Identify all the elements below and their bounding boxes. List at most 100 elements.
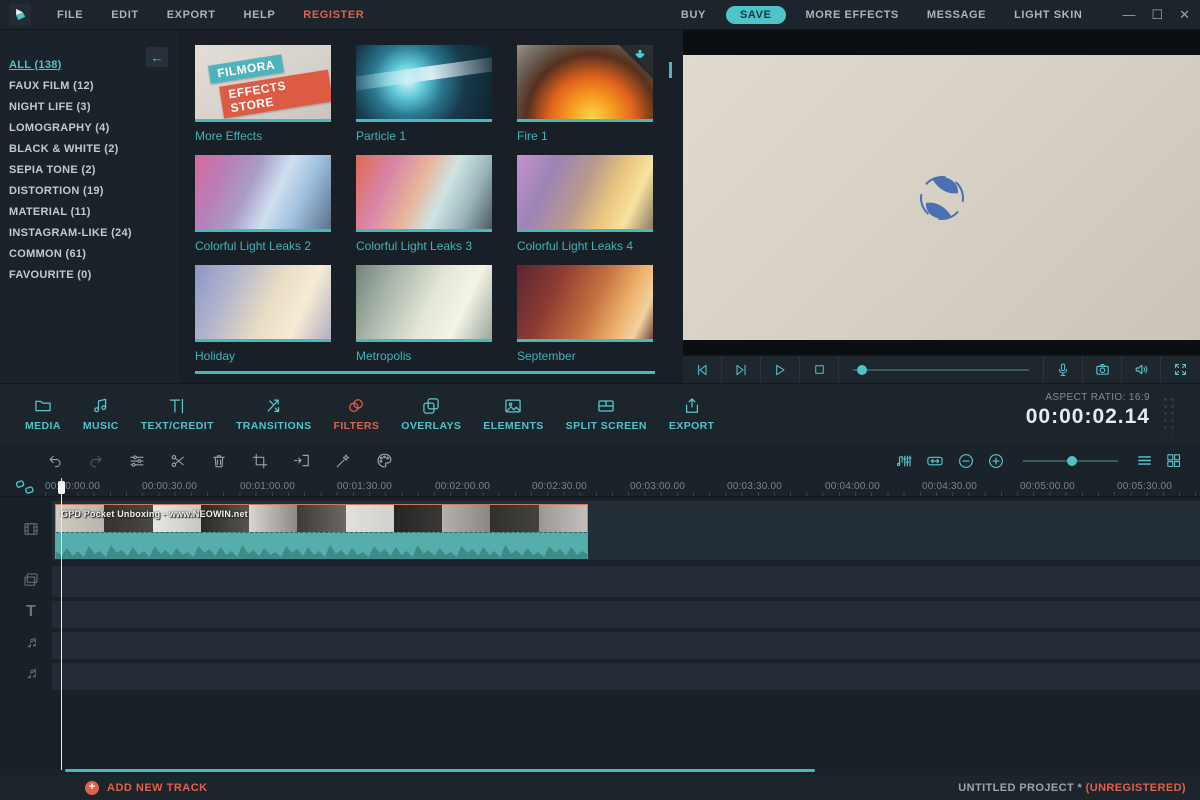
menu-edit[interactable]: EDIT: [97, 9, 152, 21]
timeline-ruler[interactable]: 00:00:00.00 00:00:30.00 00:01:00.00 00:0…: [0, 478, 1200, 497]
seek-slider[interactable]: [839, 356, 1044, 383]
record-voiceover-button[interactable]: [1044, 356, 1083, 383]
effect-thumbnail[interactable]: [356, 155, 492, 232]
close-button[interactable]: ✕: [1179, 8, 1190, 21]
sidebar-item-distortion[interactable]: DISTORTION (19): [9, 180, 178, 201]
volume-button[interactable]: [1122, 356, 1161, 383]
fit-timeline-icon[interactable]: [925, 452, 945, 470]
effect-card-particle-1[interactable]: Particle 1: [356, 45, 492, 155]
download-icon[interactable]: [632, 48, 648, 64]
color-palette-icon[interactable]: [375, 451, 394, 470]
magic-wand-icon[interactable]: [334, 452, 352, 470]
ruler-tick: 00:02:30.00: [532, 481, 587, 492]
effects-vertical-scrollbar[interactable]: [669, 62, 672, 78]
more-effects-button[interactable]: MORE EFFECTS: [792, 9, 913, 21]
stop-button[interactable]: [800, 356, 839, 383]
grid-view-icon[interactable]: [1165, 452, 1182, 469]
effects-horizontal-scrollbar[interactable]: [195, 371, 655, 374]
pip-track[interactable]: [52, 566, 1200, 597]
buy-button[interactable]: BUY: [667, 9, 720, 21]
effect-card-colorful-light-leaks-4[interactable]: Colorful Light Leaks 4: [517, 155, 653, 265]
collapse-sidebar-button[interactable]: ←: [146, 47, 168, 67]
tab-media[interactable]: MEDIA: [14, 396, 72, 432]
seek-track[interactable]: [853, 369, 1029, 371]
effect-card-colorful-light-leaks-2[interactable]: Colorful Light Leaks 2: [195, 155, 331, 265]
maximize-button[interactable]: ☐: [1151, 8, 1163, 21]
split-scissors-icon[interactable]: [169, 452, 187, 470]
add-new-track-button[interactable]: + ADD NEW TRACK: [85, 781, 208, 795]
sidebar-item-common[interactable]: COMMON (61): [9, 243, 178, 264]
playhead-line[interactable]: [61, 478, 62, 770]
sidebar-item-lomography[interactable]: LOMOGRAPHY (4): [9, 117, 178, 138]
next-frame-button[interactable]: [722, 356, 761, 383]
camera-icon: [1094, 361, 1111, 378]
sidebar-item-instagram-like[interactable]: INSTAGRAM-LIKE (24): [9, 222, 178, 243]
effect-thumbnail[interactable]: [517, 155, 653, 232]
save-button[interactable]: SAVE: [726, 6, 786, 24]
music-track-1[interactable]: [52, 632, 1200, 659]
redo-icon[interactable]: [87, 452, 105, 470]
effect-label: Colorful Light Leaks 3: [356, 239, 492, 253]
zoom-slider-handle[interactable]: [1067, 456, 1077, 466]
timeline-zoom-slider[interactable]: [1023, 460, 1118, 462]
effect-card-metropolis[interactable]: Metropolis: [356, 265, 492, 375]
sidebar-item-favourite[interactable]: FAVOURITE (0): [9, 264, 178, 285]
sidebar-item-black-white[interactable]: BLACK & WHITE (2): [9, 138, 178, 159]
timeline-horizontal-scrollbar[interactable]: [65, 769, 815, 772]
ruler-tick: 00:01:30.00: [337, 481, 392, 492]
effect-thumbnail[interactable]: [195, 155, 331, 232]
music-track-2[interactable]: [52, 663, 1200, 690]
effect-thumbnail[interactable]: [356, 45, 492, 122]
message-button[interactable]: MESSAGE: [913, 9, 1000, 21]
effect-card-more-effects[interactable]: FILMORA EFFECTS STORE More Effects: [195, 45, 331, 155]
zoom-out-icon[interactable]: [957, 452, 975, 470]
sidebar-item-faux-film[interactable]: FAUX FILM (12): [9, 75, 178, 96]
adjust-icon[interactable]: [128, 452, 146, 470]
power-tool-icon[interactable]: [292, 451, 311, 470]
menu-export[interactable]: EXPORT: [153, 9, 230, 21]
fullscreen-button[interactable]: [1161, 356, 1200, 383]
effect-thumbnail[interactable]: [356, 265, 492, 342]
audio-mixer-icon[interactable]: [895, 452, 913, 470]
preview-video[interactable]: [683, 55, 1200, 340]
tab-elements[interactable]: ELEMENTS: [472, 396, 554, 432]
undo-icon[interactable]: [46, 452, 64, 470]
tab-filters[interactable]: FILTERS: [323, 396, 391, 432]
light-skin-button[interactable]: LIGHT SKIN: [1000, 9, 1096, 21]
effect-card-colorful-light-leaks-3[interactable]: Colorful Light Leaks 3: [356, 155, 492, 265]
zoom-in-icon[interactable]: [987, 452, 1005, 470]
tab-transitions[interactable]: TRANSITIONS: [225, 396, 323, 432]
app-logo-icon[interactable]: [9, 4, 31, 26]
menu-help[interactable]: HELP: [230, 9, 290, 21]
effect-card-holiday[interactable]: Holiday: [195, 265, 331, 375]
tab-export[interactable]: EXPORT: [658, 396, 726, 432]
crop-icon[interactable]: [251, 452, 269, 470]
timeline-clip-gpd-pocket-unboxing[interactable]: GPD Pocket Unboxing - www.NEOWIN.net: [55, 504, 588, 559]
effects-store-thumbnail[interactable]: FILMORA EFFECTS STORE: [195, 45, 331, 122]
minimize-button[interactable]: —: [1122, 8, 1135, 21]
sidebar-item-sepia-tone[interactable]: SEPIA TONE (2): [9, 159, 178, 180]
list-view-icon[interactable]: [1136, 452, 1153, 469]
effect-thumbnail[interactable]: [517, 45, 653, 122]
menu-file[interactable]: FILE: [43, 9, 97, 21]
effect-card-fire-1[interactable]: Fire 1: [517, 45, 653, 155]
playhead-handle[interactable]: [58, 481, 65, 494]
panel-resize-grip[interactable]: [1162, 396, 1176, 434]
play-button[interactable]: [761, 356, 800, 383]
menu-register[interactable]: REGISTER: [289, 9, 378, 21]
effect-thumbnail[interactable]: [517, 265, 653, 342]
tab-music[interactable]: MUSIC: [72, 396, 130, 432]
music-note-icon: [91, 396, 111, 416]
effect-thumbnail[interactable]: [195, 265, 331, 342]
snapshot-button[interactable]: [1083, 356, 1122, 383]
jump-to-start-button[interactable]: [683, 356, 722, 383]
effect-card-september[interactable]: September: [517, 265, 653, 375]
text-track[interactable]: [52, 601, 1200, 628]
sidebar-item-night-life[interactable]: NIGHT LIFE (3): [9, 96, 178, 117]
seek-handle[interactable]: [857, 365, 867, 375]
sidebar-item-material[interactable]: MATERIAL (11): [9, 201, 178, 222]
tab-split-screen[interactable]: SPLIT SCREEN: [555, 396, 658, 432]
delete-icon[interactable]: [210, 452, 228, 470]
tab-text-credit[interactable]: TEXT/CREDIT: [130, 396, 225, 432]
tab-overlays[interactable]: OVERLAYS: [390, 396, 472, 432]
